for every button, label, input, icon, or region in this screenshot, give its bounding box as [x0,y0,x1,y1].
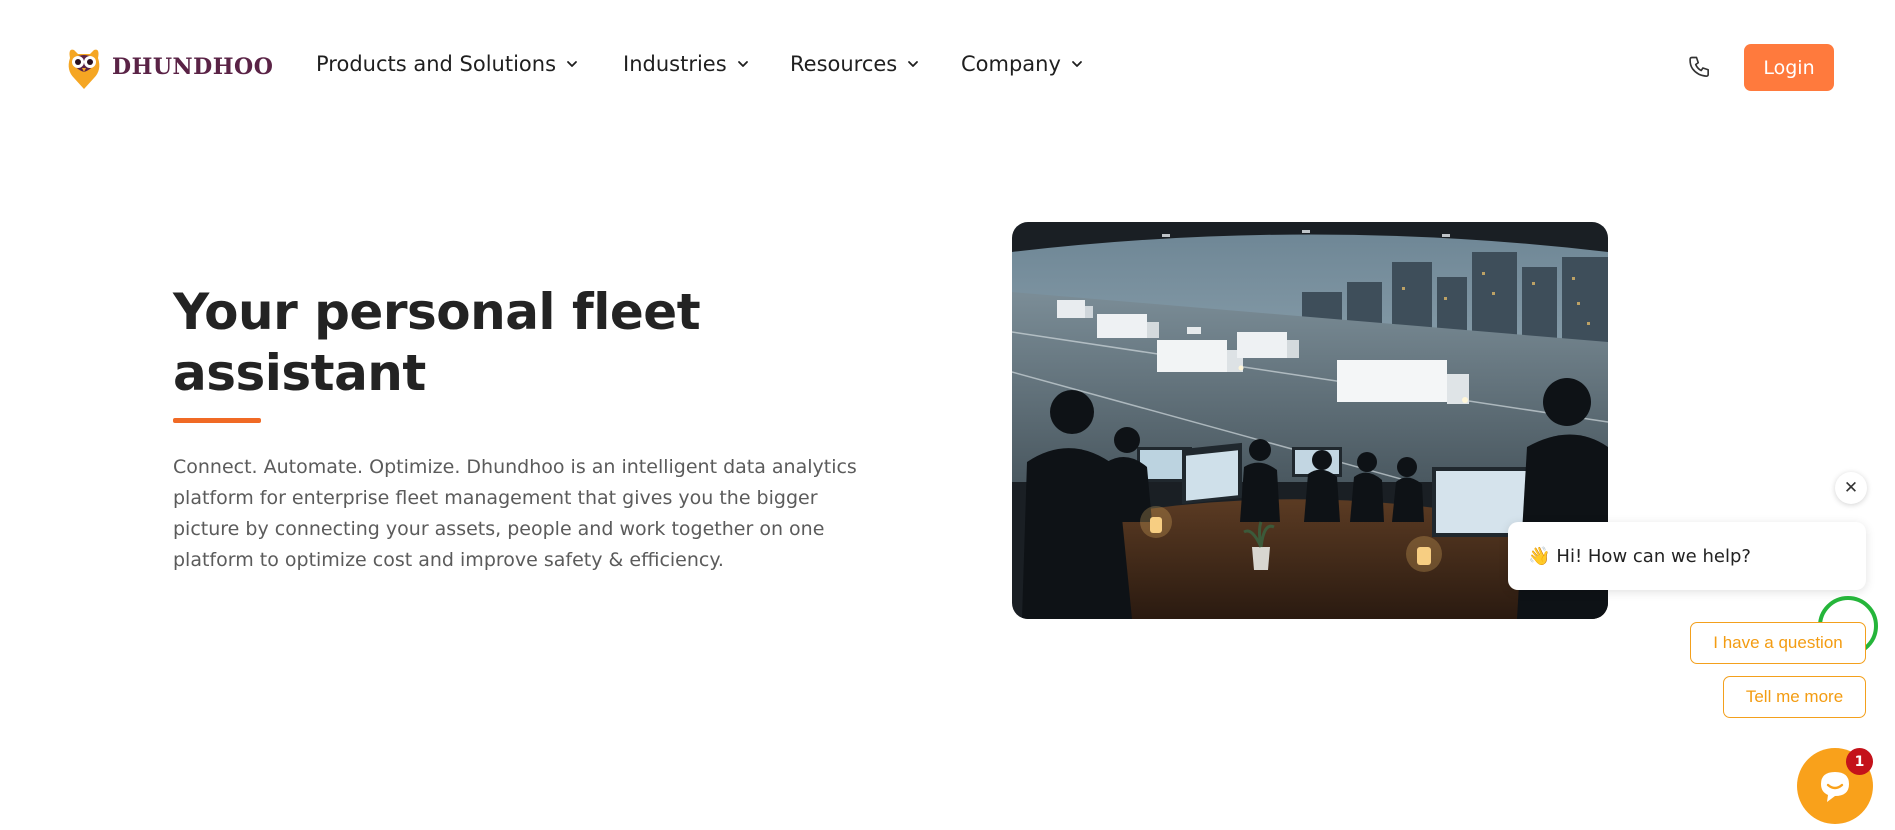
chat-greeting-bubble: 👋 Hi! How can we help? [1508,522,1866,590]
brand-name: DHUNDHOO [112,54,274,80]
login-button[interactable]: Login [1744,44,1834,91]
hero-title: Your personal fleet assistant [173,282,773,404]
chevron-down-icon [908,61,919,67]
owl-logo-icon [64,44,104,90]
hero-title-line-2: assistant [173,344,426,402]
chevron-down-icon [1072,61,1082,67]
reply-have-question-button[interactable]: I have a question [1690,622,1866,664]
wave-emoji-icon: 👋 [1528,545,1551,567]
nav-item-label: Company [961,52,1061,76]
nav-item-label: Products and Solutions [316,52,557,76]
hero-underline [173,418,261,423]
nav-item-resources[interactable]: Resources [790,52,919,76]
chat-bubble-icon [1821,772,1849,802]
chat-greeting-text: Hi! How can we help? [1556,545,1751,567]
site-header: DHUNDHOO Products and Solutions Industri… [0,0,1895,135]
nav-item-company[interactable]: Company [961,52,1083,76]
hero-title-line-1: Your personal fleet [173,283,701,341]
nav-item-industries[interactable]: Industries [623,52,749,76]
nav-item-label: Resources [790,52,898,76]
nav-item-products-and-solutions[interactable]: Products and Solutions [316,52,578,76]
hero-description: Connect. Automate. Optimize. Dhundhoo is… [173,456,857,571]
nav-item-label: Industries [623,52,727,76]
brand-logo[interactable]: DHUNDHOO [64,44,273,90]
reply-tell-me-more-button[interactable]: Tell me more [1723,676,1866,718]
chevron-down-icon [567,61,577,67]
close-icon[interactable]: ✕ [1835,472,1867,504]
notification-badge: 1 [1846,748,1873,775]
phone-icon[interactable] [1686,54,1714,82]
chevron-down-icon [737,61,748,67]
